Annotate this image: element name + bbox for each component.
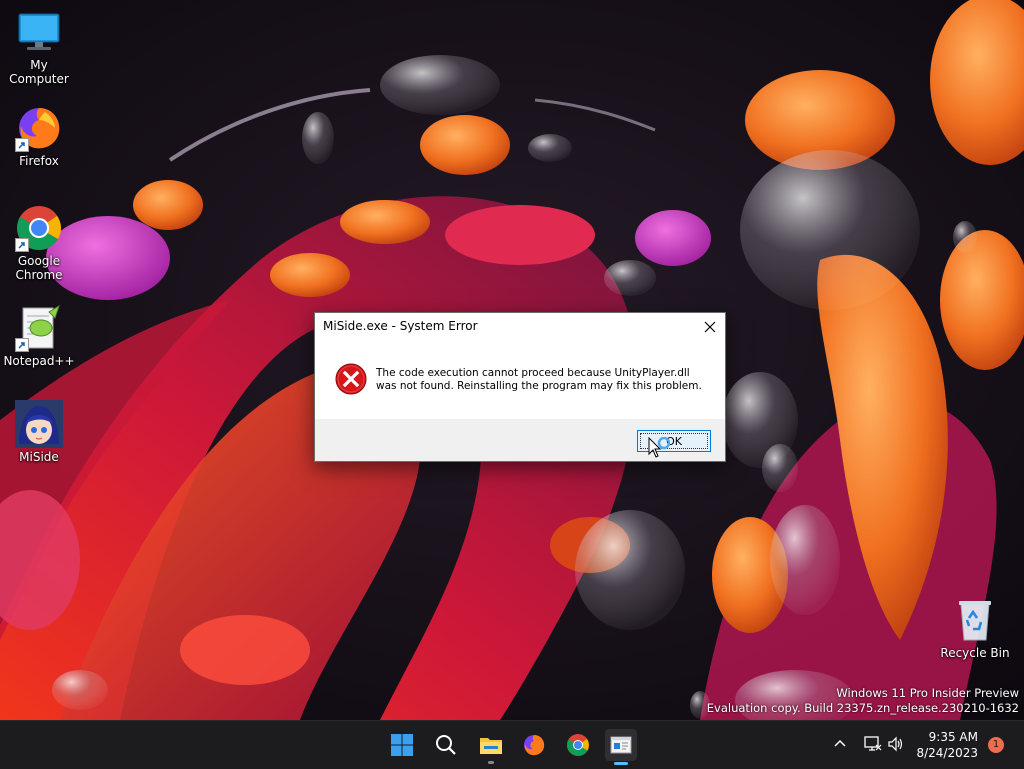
start-icon bbox=[391, 734, 413, 756]
watermark-line: Windows 11 Pro Insider Preview bbox=[836, 686, 1019, 700]
desktop-icon-firefox[interactable]: Firefox bbox=[1, 104, 77, 168]
chevron-up-icon[interactable] bbox=[834, 738, 846, 750]
desktop-icon-miside[interactable]: MiSide bbox=[1, 400, 77, 464]
desktop-icon-google-chrome[interactable]: Google Chrome bbox=[1, 204, 77, 282]
chrome-icon bbox=[15, 204, 63, 252]
close-icon bbox=[704, 321, 716, 333]
shortcut-arrow-icon bbox=[15, 138, 29, 152]
dialog-message-line: The code execution cannot proceed becaus… bbox=[376, 367, 690, 379]
desktop-icon-label: Notepad++ bbox=[3, 354, 75, 368]
windows-watermark: Windows 11 Pro Insider Preview Evaluatio… bbox=[707, 686, 1019, 716]
running-indicator bbox=[488, 761, 494, 764]
app-window-icon bbox=[610, 736, 632, 754]
dialog-message: The code execution cannot proceed becaus… bbox=[376, 367, 716, 393]
busy-cursor-icon bbox=[648, 437, 670, 458]
search-button[interactable] bbox=[430, 729, 462, 761]
file-explorer-icon bbox=[480, 738, 502, 754]
shortcut-arrow-icon bbox=[15, 338, 29, 352]
desktop-icon-notepadpp[interactable]: Notepad++ bbox=[1, 304, 77, 368]
taskbar: 9:35 AM 8/24/2023 1 bbox=[0, 720, 1024, 769]
taskbar-clock[interactable]: 9:35 AM 8/24/2023 bbox=[916, 729, 978, 761]
chrome-icon bbox=[567, 734, 589, 756]
active-indicator bbox=[614, 762, 628, 765]
close-button[interactable] bbox=[695, 313, 725, 341]
desktop-icon-my-computer[interactable]: My Computer bbox=[1, 8, 77, 86]
desktop-icon-label: Firefox bbox=[19, 154, 59, 168]
volume-icon[interactable] bbox=[887, 735, 905, 753]
start-button[interactable] bbox=[386, 729, 418, 761]
dialog-body: The code execution cannot proceed becaus… bbox=[315, 341, 725, 417]
shortcut-arrow-icon bbox=[15, 238, 29, 252]
watermark-line: Evaluation copy. Build 23375.zn_release.… bbox=[706, 701, 1019, 715]
taskbar-active-window[interactable] bbox=[605, 729, 637, 765]
clock-time: 9:35 AM bbox=[928, 730, 978, 744]
desktop-icon-label: Recycle Bin bbox=[940, 646, 1010, 660]
recycle-bin-icon bbox=[951, 596, 999, 644]
firefox-icon bbox=[524, 735, 545, 756]
notepadpp-icon bbox=[15, 304, 63, 352]
error-icon bbox=[335, 363, 367, 395]
network-icon[interactable] bbox=[864, 735, 882, 753]
firefox-icon bbox=[15, 104, 63, 152]
search-icon bbox=[436, 735, 456, 755]
miside-icon bbox=[15, 400, 63, 448]
monitor-icon bbox=[15, 8, 63, 56]
taskbar-file-explorer[interactable] bbox=[475, 729, 507, 764]
desktop-icon-recycle-bin[interactable]: Recycle Bin bbox=[937, 596, 1013, 660]
dialog-title: MiSide.exe - System Error bbox=[323, 319, 478, 333]
notification-badge[interactable]: 1 bbox=[988, 737, 1004, 753]
taskbar-chrome[interactable] bbox=[562, 729, 594, 761]
taskbar-firefox[interactable] bbox=[518, 729, 550, 761]
dialog-titlebar[interactable]: MiSide.exe - System Error bbox=[315, 313, 725, 341]
desktop-icon-label: MiSide bbox=[19, 450, 59, 464]
clock-date: 8/24/2023 bbox=[916, 746, 978, 760]
desktop-icon-label: My Computer bbox=[9, 58, 69, 86]
dialog-message-line: was not found. Reinstalling the program … bbox=[376, 380, 702, 392]
desktop-icon-label: Google Chrome bbox=[15, 254, 63, 282]
